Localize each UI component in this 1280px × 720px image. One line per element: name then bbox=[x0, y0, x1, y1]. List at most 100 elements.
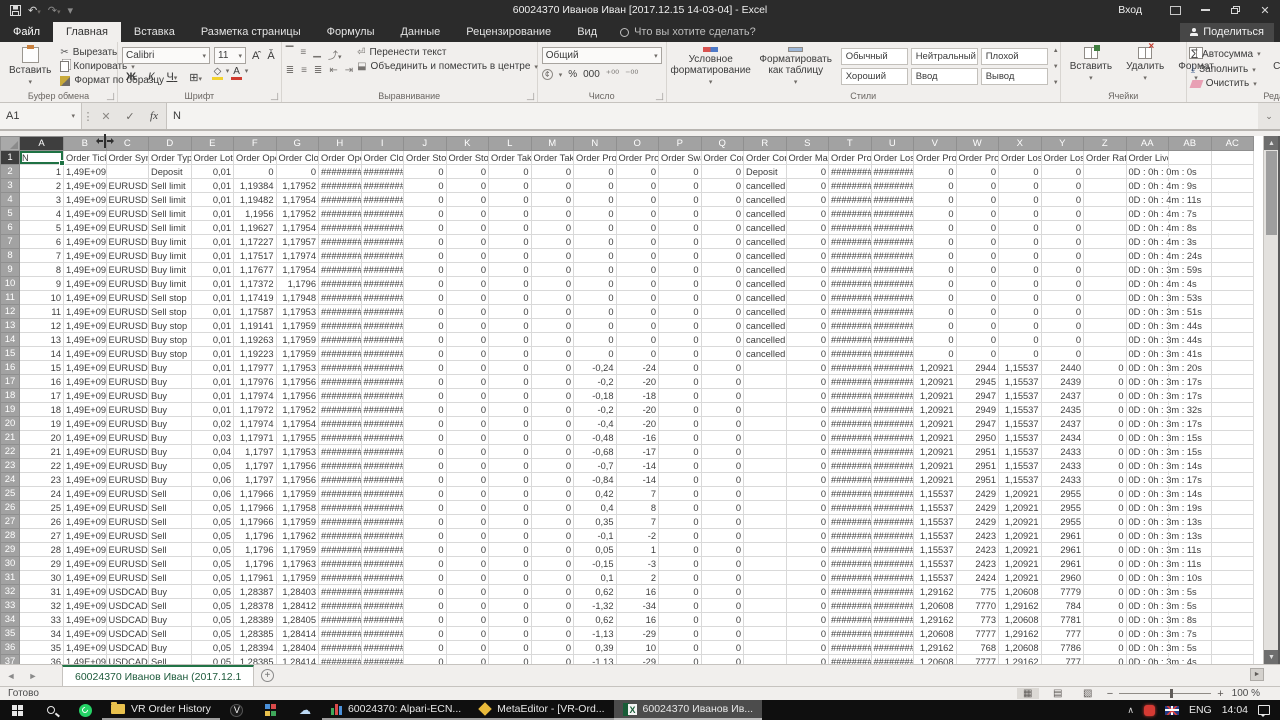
cell-Z5[interactable] bbox=[1083, 206, 1127, 221]
delete-cells-button[interactable]: Удалить▾ bbox=[1121, 41, 1169, 89]
cell-W32[interactable]: 775 bbox=[955, 584, 999, 599]
cell-O17[interactable]: -20 bbox=[615, 374, 659, 389]
cell-S18[interactable]: 0 bbox=[785, 388, 829, 403]
cell-Z34[interactable]: 0 bbox=[1083, 612, 1127, 627]
cell-P11[interactable]: 0 bbox=[658, 290, 702, 305]
cell-N26[interactable]: 0,4 bbox=[573, 500, 617, 515]
cell-T14[interactable]: ######## bbox=[828, 332, 872, 347]
insert-function-icon[interactable]: fx bbox=[142, 103, 166, 129]
cell-F36[interactable]: 1,28394 bbox=[233, 640, 277, 655]
cell-B5[interactable]: 1,49E+09 bbox=[63, 206, 107, 221]
cell-T5[interactable]: ######## bbox=[828, 206, 872, 221]
cell-G25[interactable]: 1,17959 bbox=[275, 486, 319, 501]
undo-icon[interactable]: ↶▾ bbox=[28, 4, 41, 17]
cell-B2[interactable]: 1,49E+09 bbox=[63, 164, 107, 179]
cell-N35[interactable]: -1,13 bbox=[573, 626, 617, 641]
row-header-28[interactable]: 28 bbox=[0, 528, 20, 543]
cell-N8[interactable]: 0 bbox=[573, 248, 617, 263]
cell-X3[interactable]: 0 bbox=[998, 178, 1042, 193]
cell-H9[interactable]: ######## bbox=[318, 262, 362, 277]
cell-O15[interactable]: 0 bbox=[615, 346, 659, 361]
cell-B11[interactable]: 1,49E+09 bbox=[63, 290, 107, 305]
cell-AA24[interactable]: 0D : 0h : 3m : 17s bbox=[1125, 472, 1204, 487]
cell-J21[interactable]: 0 bbox=[403, 430, 447, 445]
cell-H2[interactable]: ######## bbox=[318, 164, 362, 179]
cell-M3[interactable]: 0 bbox=[530, 178, 574, 193]
cell-B7[interactable]: 1,49E+09 bbox=[63, 234, 107, 249]
cell-F24[interactable]: 1,1797 bbox=[233, 472, 277, 487]
cell-U16[interactable]: ######## bbox=[870, 360, 914, 375]
cell-G8[interactable]: 1,17974 bbox=[275, 248, 319, 263]
cell-H26[interactable]: ######## bbox=[318, 500, 362, 515]
cell-J17[interactable]: 0 bbox=[403, 374, 447, 389]
cell-M24[interactable]: 0 bbox=[530, 472, 574, 487]
cell-I10[interactable]: ######## bbox=[360, 276, 404, 291]
cell-R24[interactable] bbox=[743, 472, 787, 487]
cell-V15[interactable]: 0 bbox=[913, 346, 957, 361]
cell-H22[interactable]: ######## bbox=[318, 444, 362, 459]
cell-H33[interactable]: ######## bbox=[318, 598, 362, 613]
cell-F11[interactable]: 1,17419 bbox=[233, 290, 277, 305]
cell-O25[interactable]: 7 bbox=[615, 486, 659, 501]
cell-T26[interactable]: ######## bbox=[828, 500, 872, 515]
cell-C1[interactable]: Order Sym bbox=[105, 150, 149, 165]
cell-Z17[interactable]: 0 bbox=[1083, 374, 1127, 389]
cell-T30[interactable]: ######## bbox=[828, 556, 872, 571]
cell-P9[interactable]: 0 bbox=[658, 262, 702, 277]
column-header-AA[interactable]: AA bbox=[1125, 136, 1169, 151]
cell-F15[interactable]: 1,19223 bbox=[233, 346, 277, 361]
cell-L23[interactable]: 0 bbox=[488, 458, 532, 473]
cell-D18[interactable]: Buy bbox=[148, 388, 192, 403]
cell-W16[interactable]: 2944 bbox=[955, 360, 999, 375]
cell-Y3[interactable]: 0 bbox=[1040, 178, 1084, 193]
confirm-entry-icon[interactable]: ✓ bbox=[118, 103, 142, 129]
cell-F8[interactable]: 1,17517 bbox=[233, 248, 277, 263]
cell-N22[interactable]: -0,68 bbox=[573, 444, 617, 459]
column-header-M[interactable]: M bbox=[530, 136, 574, 151]
cell-J1[interactable]: Order Sto bbox=[403, 150, 447, 165]
cell-AA3[interactable]: 0D : 0h : 4m : 9s bbox=[1125, 178, 1199, 193]
cell-R13[interactable]: cancelled bbox=[743, 318, 787, 333]
cell-D5[interactable]: Sell limit bbox=[148, 206, 192, 221]
cell-AA18[interactable]: 0D : 0h : 3m : 17s bbox=[1125, 388, 1204, 403]
cell-Z20[interactable]: 0 bbox=[1083, 416, 1127, 431]
cell-G35[interactable]: 1,28414 bbox=[275, 626, 319, 641]
cell-W3[interactable]: 0 bbox=[955, 178, 999, 193]
cell-A32[interactable]: 31 bbox=[19, 584, 64, 599]
cell-Z28[interactable]: 0 bbox=[1083, 528, 1127, 543]
cell-K13[interactable]: 0 bbox=[445, 318, 489, 333]
cell-G17[interactable]: 1,17956 bbox=[275, 374, 319, 389]
cell-F5[interactable]: 1,1956 bbox=[233, 206, 277, 221]
cell-E22[interactable]: 0,04 bbox=[190, 444, 234, 459]
underline-button[interactable]: Ч▾ bbox=[164, 71, 179, 83]
cell-G34[interactable]: 1,28405 bbox=[275, 612, 319, 627]
cell-K21[interactable]: 0 bbox=[445, 430, 489, 445]
cell-J20[interactable]: 0 bbox=[403, 416, 447, 431]
cell-AA12[interactable]: 0D : 0h : 3m : 51s bbox=[1125, 304, 1204, 319]
cell-E13[interactable]: 0,01 bbox=[190, 318, 234, 333]
cell-W24[interactable]: 2951 bbox=[955, 472, 999, 487]
cell-Q21[interactable]: 0 bbox=[700, 430, 744, 445]
cell-R14[interactable]: cancelled bbox=[743, 332, 787, 347]
cell-F6[interactable]: 1,19627 bbox=[233, 220, 277, 235]
tab-review[interactable]: Рецензирование bbox=[453, 22, 564, 42]
cell-AC5[interactable] bbox=[1210, 206, 1254, 221]
cell-W13[interactable]: 0 bbox=[955, 318, 999, 333]
cell-B35[interactable]: 1,49E+09 bbox=[63, 626, 107, 641]
cell-P30[interactable]: 0 bbox=[658, 556, 702, 571]
cell-C35[interactable]: USDCAD bbox=[105, 626, 149, 641]
cell-B13[interactable]: 1,49E+09 bbox=[63, 318, 107, 333]
cell-T35[interactable]: ######## bbox=[828, 626, 872, 641]
cell-K28[interactable]: 0 bbox=[445, 528, 489, 543]
cell-AC7[interactable] bbox=[1210, 234, 1254, 249]
cell-H17[interactable]: ######## bbox=[318, 374, 362, 389]
cell-W37[interactable]: 7777 bbox=[955, 654, 999, 664]
new-sheet-button[interactable]: + bbox=[254, 665, 280, 686]
scroll-down-icon[interactable]: ▼ bbox=[1264, 650, 1279, 664]
cell-B33[interactable]: 1,49E+09 bbox=[63, 598, 107, 613]
cell-AA16[interactable]: 0D : 0h : 3m : 20s bbox=[1125, 360, 1204, 375]
cell-I17[interactable]: ######## bbox=[360, 374, 404, 389]
cell-AC19[interactable] bbox=[1210, 402, 1254, 417]
cell-N23[interactable]: -0,7 bbox=[573, 458, 617, 473]
cell-L3[interactable]: 0 bbox=[488, 178, 532, 193]
